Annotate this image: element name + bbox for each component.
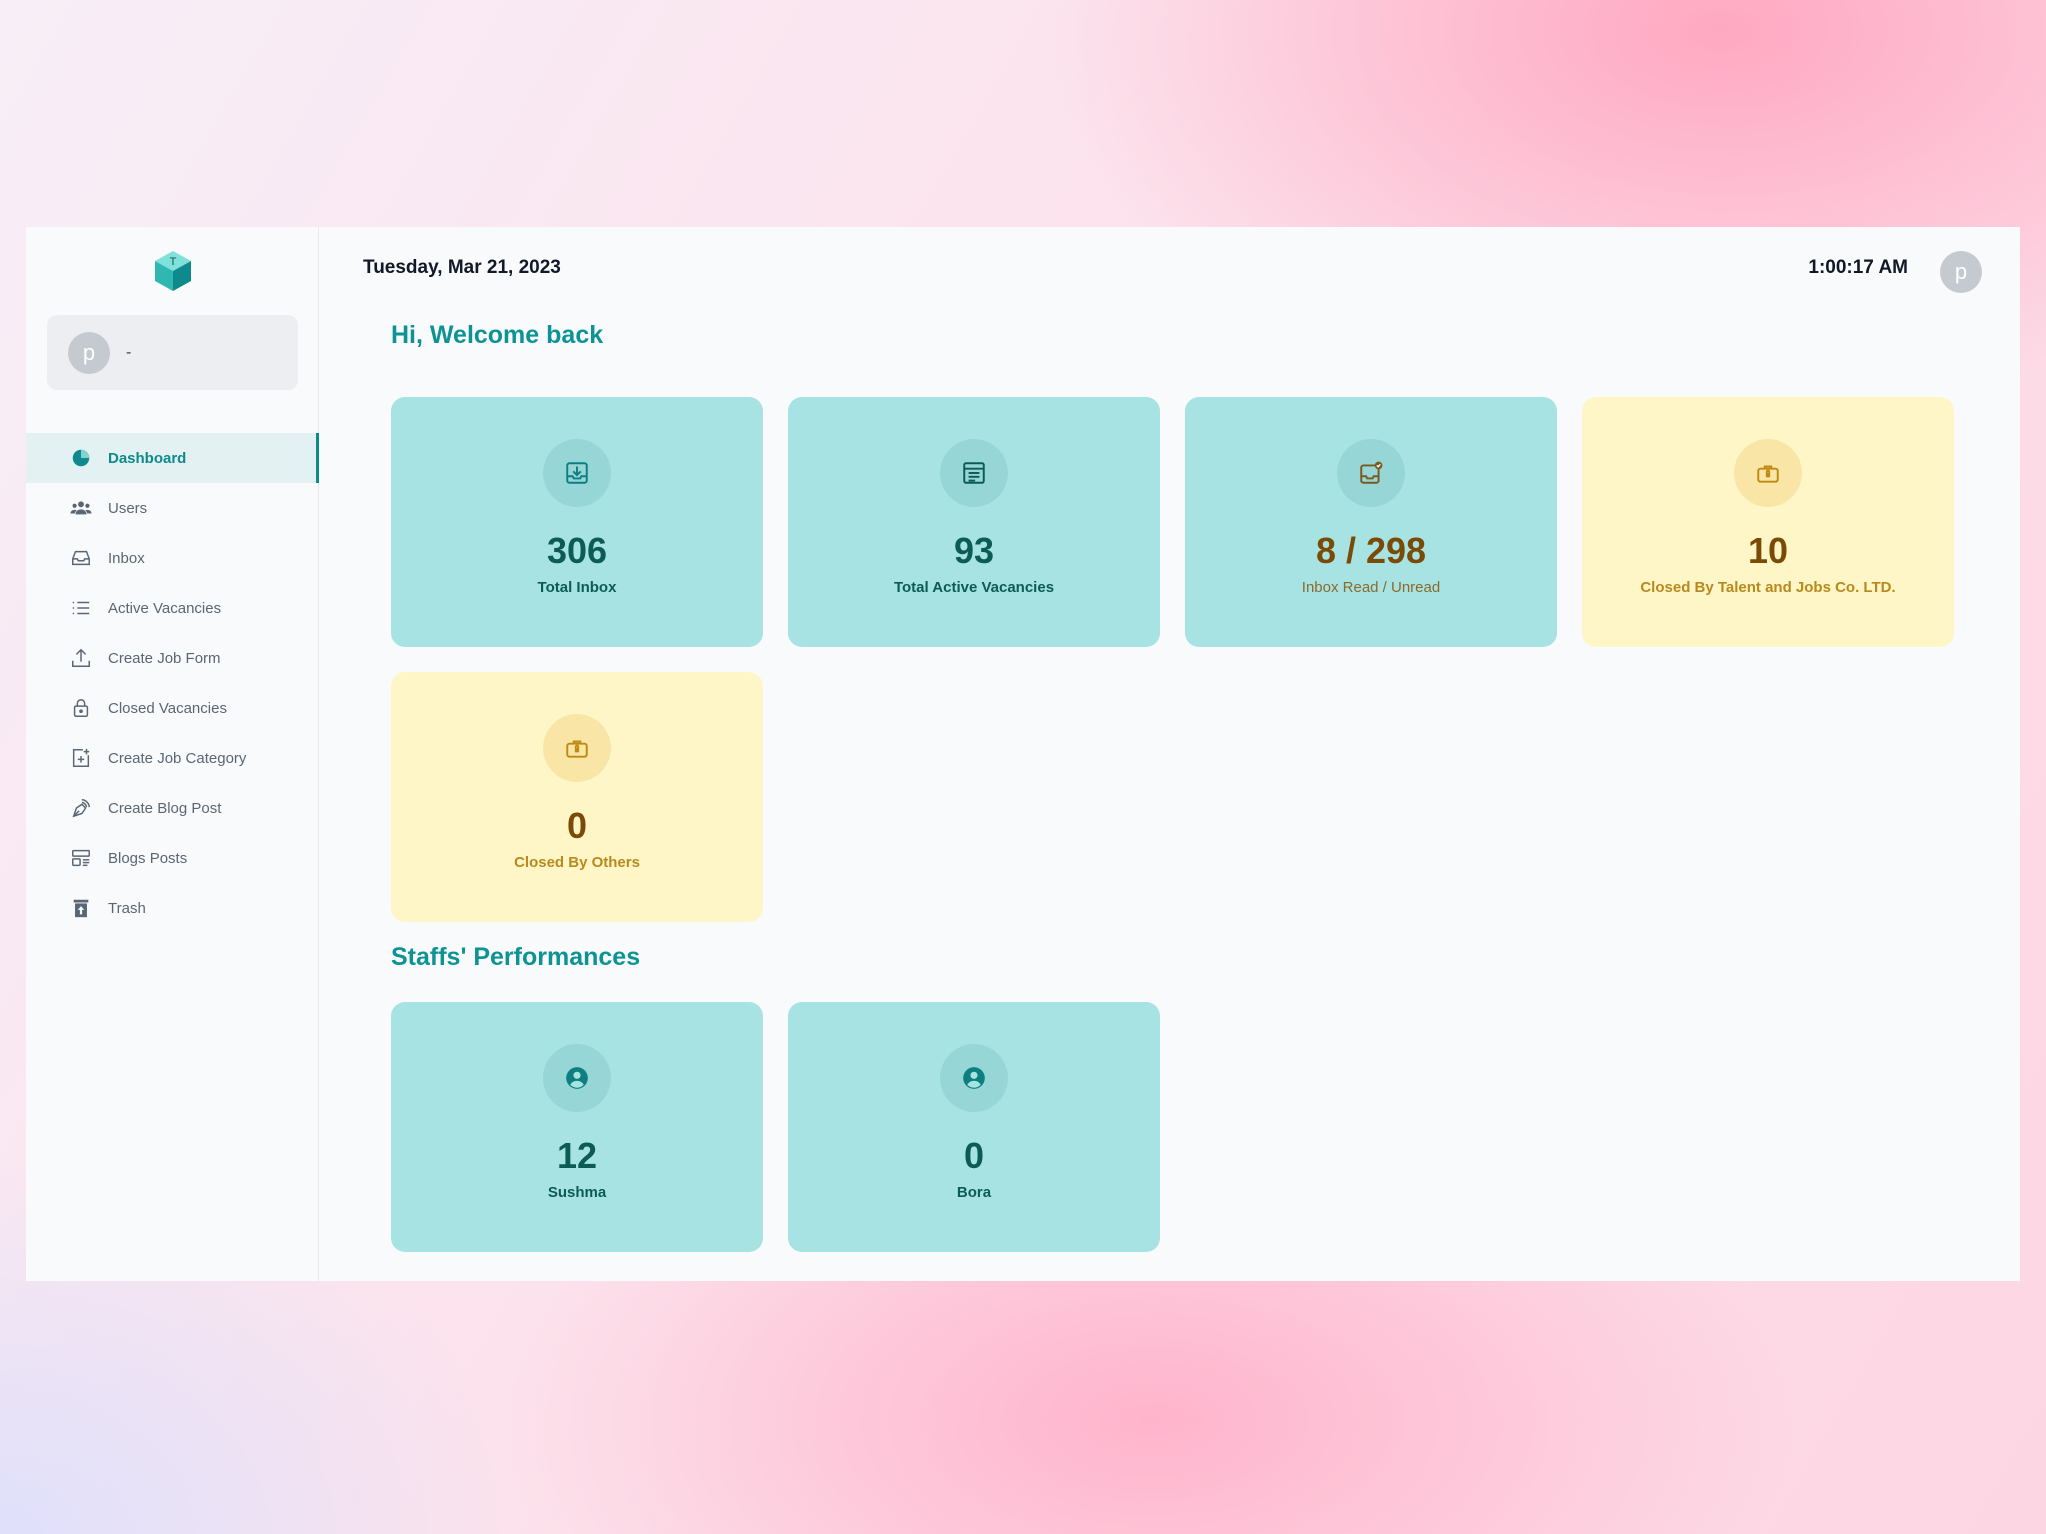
users-icon	[68, 495, 94, 521]
sidebar-item-label: Blogs Posts	[108, 849, 188, 867]
sidebar-nav: Dashboard Users Inbox Active Vacancies C…	[26, 433, 319, 933]
stat-label: Closed By Talent and Jobs Co. LTD.	[1640, 579, 1896, 596]
staff-value: 0	[963, 1135, 985, 1176]
staff-performance-title: Staffs' Performances	[391, 943, 641, 971]
svg-text:T: T	[170, 256, 177, 268]
stat-card-total-inbox[interactable]: 306 Total Inbox	[391, 397, 763, 647]
pie-chart-icon	[68, 445, 94, 471]
sidebar-item-active-vacancies[interactable]: Active Vacancies	[26, 583, 319, 633]
inbox-icon	[68, 545, 94, 571]
user-circle-icon	[940, 1044, 1008, 1112]
stat-card-closed-by-company[interactable]: 10 Closed By Talent and Jobs Co. LTD.	[1582, 397, 1954, 647]
stat-card-active-vacancies[interactable]: 93 Total Active Vacancies	[788, 397, 1160, 647]
stat-value: 93	[953, 530, 995, 571]
inbox-download-icon	[543, 439, 611, 507]
sidebar-item-dashboard[interactable]: Dashboard	[26, 433, 319, 483]
briefcase-lock-icon	[1734, 439, 1802, 507]
trash-icon	[68, 895, 94, 921]
sidebar-item-label: Closed Vacancies	[108, 699, 227, 717]
add-folder-icon	[68, 745, 94, 771]
staff-name: Sushma	[547, 1184, 607, 1201]
stat-label: Total Active Vacancies	[893, 579, 1055, 596]
avatar[interactable]: p	[1940, 251, 1982, 293]
account-name: -	[126, 343, 132, 361]
stat-label: Total Inbox	[537, 579, 617, 596]
lock-icon	[68, 695, 94, 721]
staff-card-bora[interactable]: 0 Bora	[788, 1002, 1160, 1252]
account-card[interactable]: p -	[47, 315, 298, 390]
stat-label: Closed By Others	[514, 854, 640, 871]
pen-icon	[68, 795, 94, 821]
stat-value: 10	[1747, 530, 1789, 571]
page-title: Hi, Welcome back	[391, 321, 604, 349]
sidebar-item-label: Create Blog Post	[108, 799, 222, 817]
sidebar-item-label: Create Job Category	[108, 749, 247, 767]
sidebar-item-users[interactable]: Users	[26, 483, 319, 533]
briefcase-lock-icon	[543, 714, 611, 782]
sidebar-item-create-job-category[interactable]: Create Job Category	[26, 733, 319, 783]
posts-icon	[68, 845, 94, 871]
user-circle-icon	[543, 1044, 611, 1112]
sidebar-item-label: Active Vacancies	[108, 599, 222, 617]
upload-icon	[68, 645, 94, 671]
sidebar-item-create-job-form[interactable]: Create Job Form	[26, 633, 319, 683]
sidebar-item-trash[interactable]: Trash	[26, 883, 319, 933]
sidebar-item-create-blog-post[interactable]: Create Blog Post	[26, 783, 319, 833]
stat-value: 306	[546, 530, 608, 571]
stat-card-inbox-read-unread[interactable]: 8 / 298 Inbox Read / Unread	[1185, 397, 1557, 647]
staff-value: 12	[556, 1135, 598, 1176]
inbox-check-icon	[1337, 439, 1405, 507]
main-content: Tuesday, Mar 21, 2023 1:00:17 AM p Hi, W…	[319, 227, 2020, 1281]
sidebar-item-label: Dashboard	[108, 449, 187, 467]
app-window: T p - Dashboard Users Inbox Active Vacan…	[26, 227, 2020, 1281]
calendar-list-icon	[940, 439, 1008, 507]
stat-label: Inbox Read / Unread	[1301, 579, 1441, 596]
stat-card-closed-by-others[interactable]: 0 Closed By Others	[391, 672, 763, 922]
avatar: p	[68, 331, 110, 374]
current-time: 1:00:17 AM	[1808, 257, 1908, 278]
staff-card-sushma[interactable]: 12 Sushma	[391, 1002, 763, 1252]
stat-value: 8 / 298	[1315, 530, 1427, 571]
list-icon	[68, 595, 94, 621]
sidebar-item-blogs-posts[interactable]: Blogs Posts	[26, 833, 319, 883]
sidebar-item-label: Create Job Form	[108, 649, 221, 667]
sidebar-item-label: Trash	[108, 899, 146, 917]
current-date: Tuesday, Mar 21, 2023	[363, 257, 561, 278]
sidebar-item-closed-vacancies[interactable]: Closed Vacancies	[26, 683, 319, 733]
staff-name: Bora	[956, 1184, 992, 1201]
sidebar-item-label: Inbox	[108, 549, 145, 567]
sidebar-item-inbox[interactable]: Inbox	[26, 533, 319, 583]
stat-value: 0	[566, 805, 588, 846]
sidebar-item-label: Users	[108, 499, 148, 517]
logo-icon[interactable]: T	[152, 249, 194, 293]
sidebar: T p - Dashboard Users Inbox Active Vacan…	[26, 227, 319, 1281]
